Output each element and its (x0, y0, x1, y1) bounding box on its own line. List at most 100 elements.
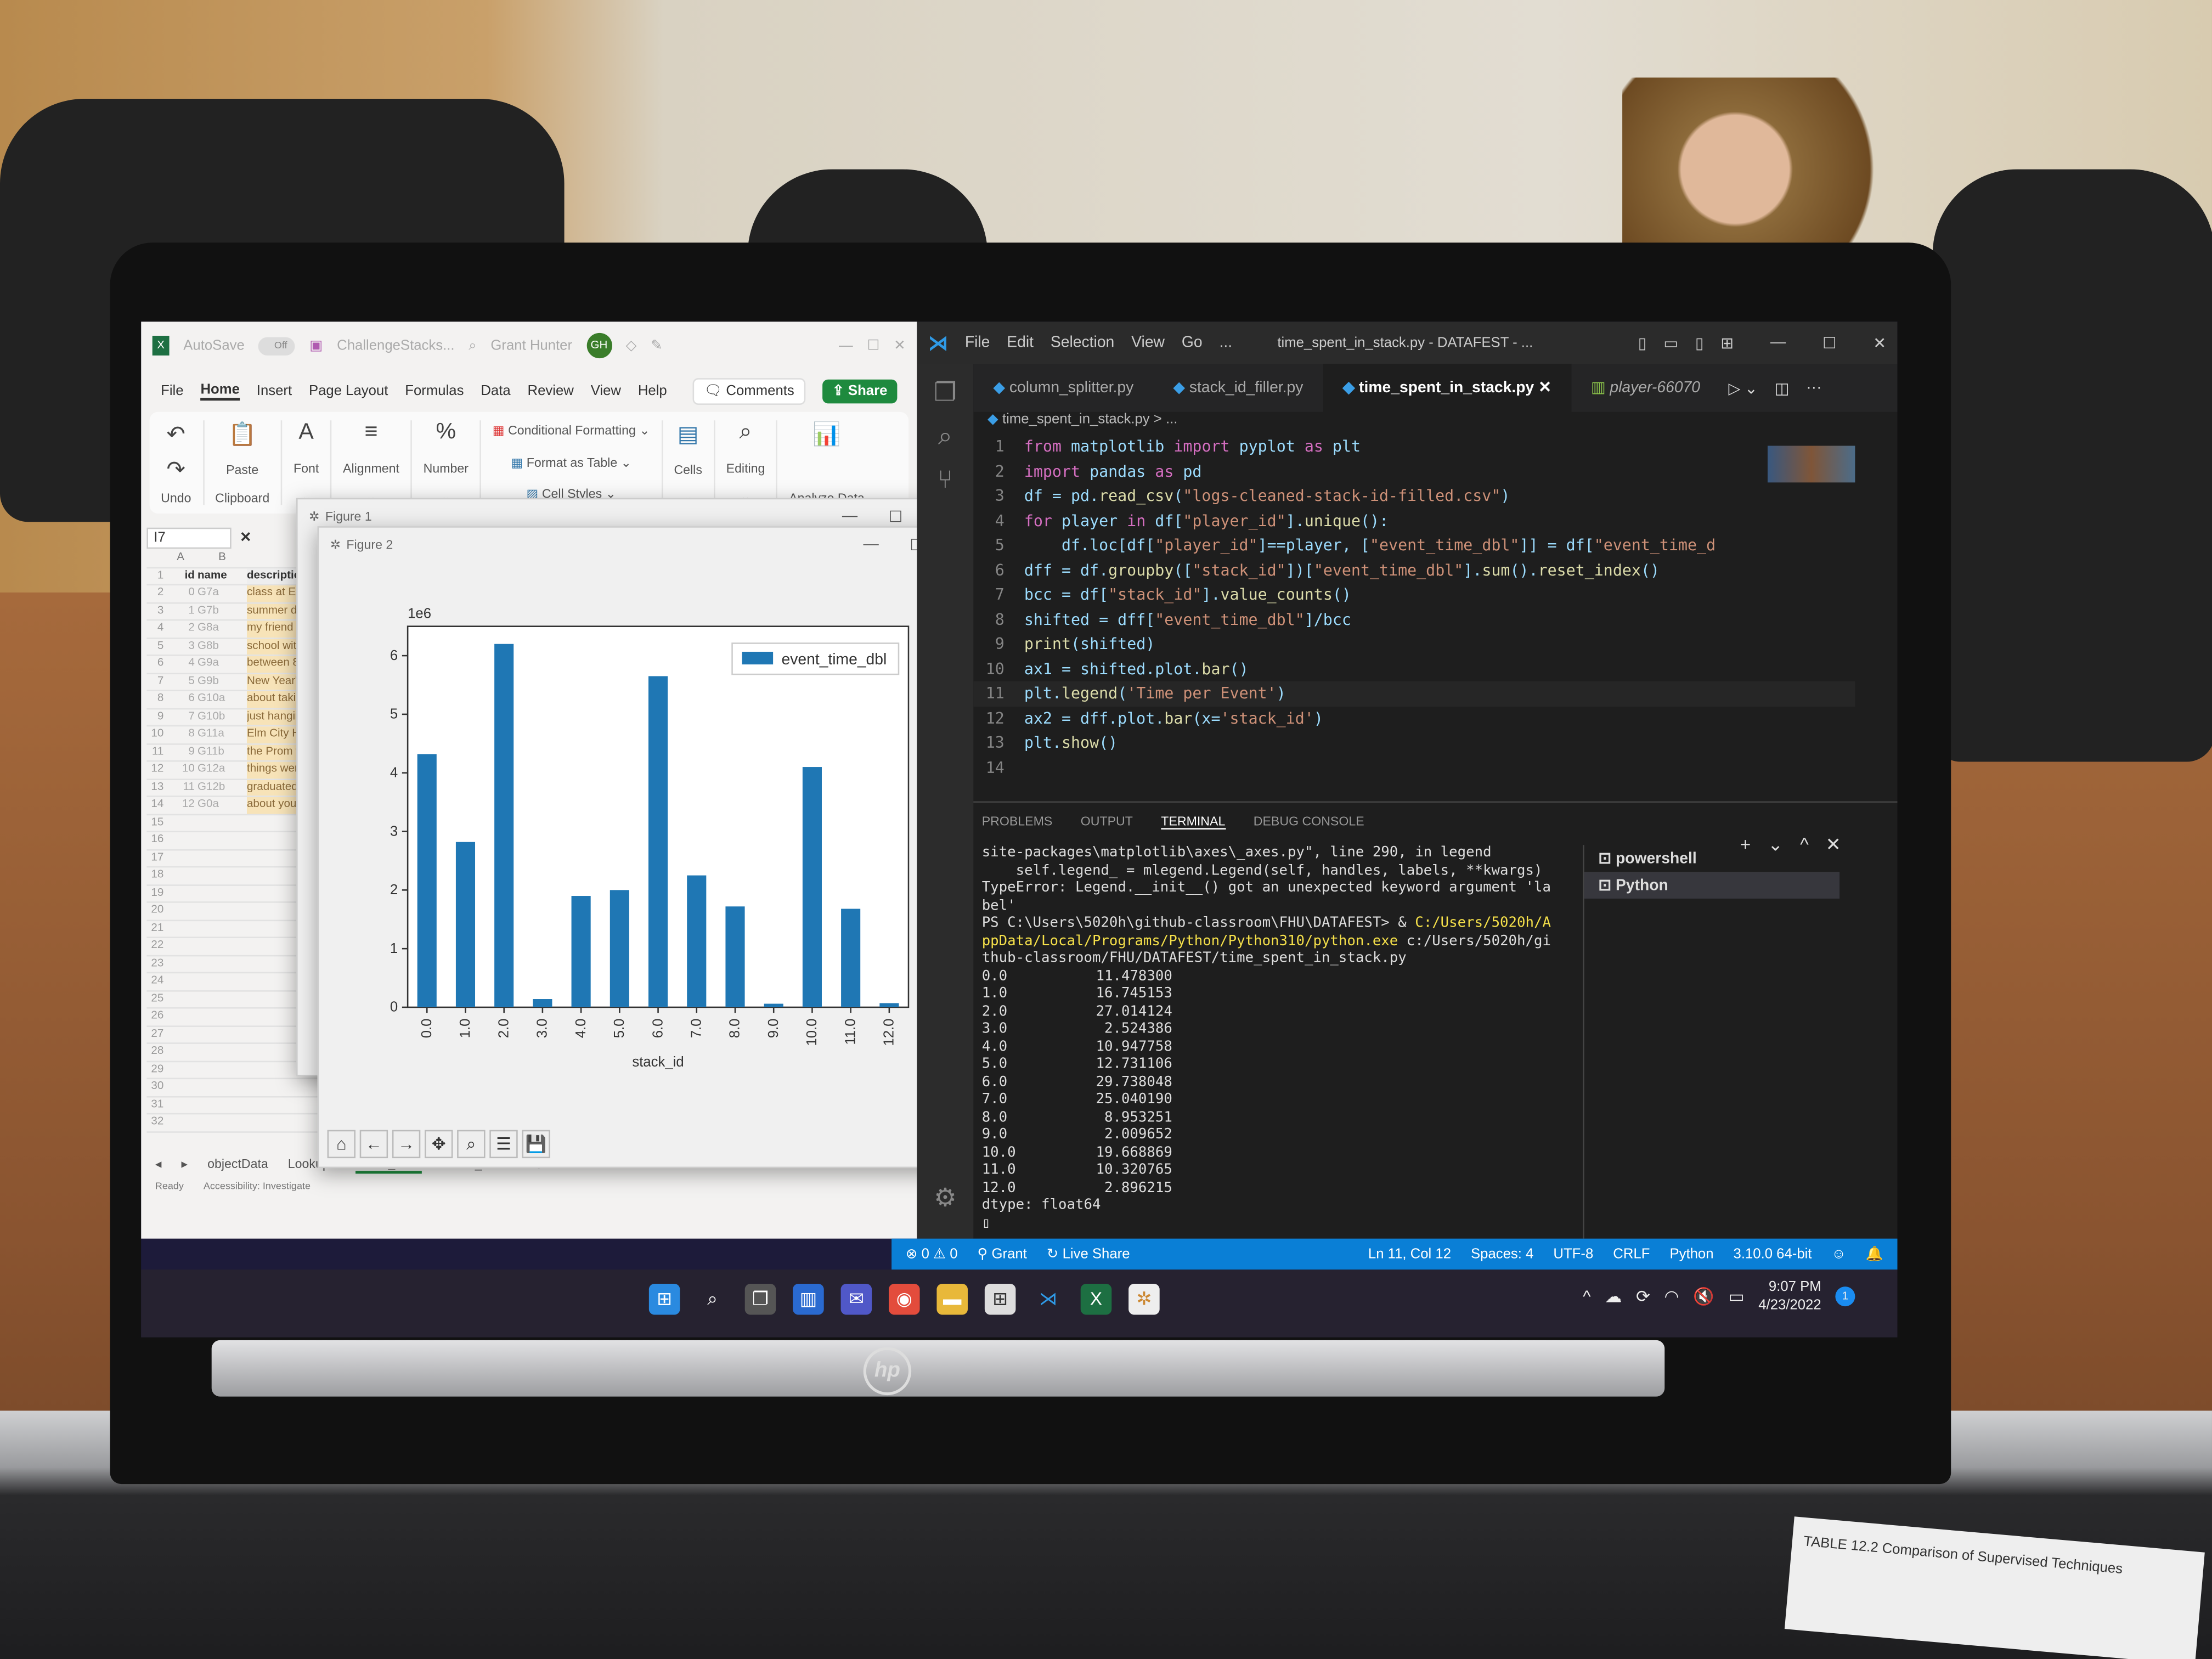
column-header-a[interactable]: A (166, 550, 198, 567)
cell[interactable]: 5 (166, 674, 198, 690)
undo-icon[interactable]: ↶ (167, 420, 185, 448)
paste-icon[interactable]: 📋 (228, 420, 256, 448)
ribbon-tab-home[interactable]: Home (200, 382, 240, 400)
onedrive-cloud-icon[interactable]: ☁ (1605, 1286, 1622, 1306)
save-icon[interactable]: ▣ (309, 338, 323, 353)
ribbon-tab-help[interactable]: Help (638, 383, 667, 398)
toggle-panel-icon[interactable]: ▭ (1663, 334, 1678, 352)
cell[interactable] (198, 885, 247, 902)
more-actions-icon[interactable]: ··· (1806, 380, 1821, 397)
cell[interactable] (166, 1044, 198, 1060)
search-icon[interactable]: ⌕ (469, 338, 476, 353)
font-button[interactable]: A Font ⌄ (282, 420, 332, 505)
cell[interactable] (198, 832, 247, 849)
bar-1.0[interactable] (455, 842, 476, 1007)
bar-8.0[interactable] (725, 906, 745, 1007)
cell[interactable] (198, 867, 247, 884)
code-line[interactable]: 6 dff = df.groupby(["stack_id"])["event_t… (973, 558, 1855, 583)
toggle-sidebar-icon[interactable]: ▯ (1638, 334, 1647, 352)
menu-selection[interactable]: Selection (1051, 334, 1114, 351)
save-icon[interactable]: 💾 (522, 1130, 550, 1159)
menu-file[interactable]: File (965, 334, 990, 351)
minimize-button[interactable]: — (839, 338, 853, 353)
sheet-scroll-right-icon[interactable]: ▸ (182, 1157, 188, 1174)
cancel-icon[interactable]: ✕ (240, 530, 252, 545)
sheet-tab[interactable]: objectData (207, 1157, 268, 1174)
settings-gear-icon[interactable]: ⚙ (917, 1183, 973, 1213)
editor-tab[interactable]: ◆ stack_id_filler.py (1153, 364, 1323, 411)
feedback-icon[interactable]: ☺ (1832, 1246, 1846, 1262)
comments-button[interactable]: 🗨 Comments (693, 377, 806, 404)
source-control-icon[interactable]: ⑂ (917, 466, 973, 495)
cell[interactable] (198, 956, 247, 972)
ribbon-tab-page-layout[interactable]: Page Layout (309, 383, 388, 398)
close-button[interactable]: ✕ (1873, 334, 1886, 352)
indentation-status[interactable]: Spaces: 4 (1471, 1246, 1533, 1262)
cell[interactable] (198, 1009, 247, 1025)
menu-more[interactable]: ... (1219, 334, 1232, 351)
maximize-button[interactable]: ☐ (867, 338, 879, 353)
cell[interactable]: 4 (166, 656, 198, 673)
store-icon[interactable]: ⊞ (984, 1283, 1016, 1315)
cell[interactable]: G10a (198, 691, 247, 708)
terminal-instance[interactable]: ⊡ powershell (1584, 845, 1839, 872)
cell[interactable] (166, 885, 198, 902)
minimize-button[interactable]: — (863, 535, 878, 554)
cell[interactable]: id (166, 568, 198, 584)
bar-5.0[interactable] (610, 890, 629, 1007)
editor-tab[interactable]: ▥ player-66070 (1571, 364, 1720, 411)
share-button[interactable]: ⇪ Share (822, 379, 898, 403)
cell[interactable]: G10b (198, 709, 247, 725)
encoding-status[interactable]: UTF-8 (1553, 1246, 1593, 1262)
column-header-b[interactable]: B (198, 550, 247, 567)
code-line[interactable]: 13 plt.show() (973, 731, 1855, 755)
clock[interactable]: 9:07 PM 4/23/2022 (1758, 1278, 1821, 1315)
minimap[interactable] (1767, 445, 1855, 483)
show-hidden-icons-chevron-icon[interactable]: ^ (1583, 1286, 1591, 1306)
redo-icon[interactable]: ↷ (167, 456, 185, 484)
code-line[interactable]: 2 import pandas as pd (973, 459, 1855, 484)
cell[interactable] (198, 815, 247, 831)
panel-tab-terminal[interactable]: TERMINAL (1161, 814, 1226, 830)
code-editor[interactable]: 1 from matplotlib import pyplot as plt 2 im… (973, 435, 1855, 802)
cell[interactable] (166, 850, 198, 866)
cell[interactable] (198, 1062, 247, 1078)
excel-taskbar-icon[interactable]: X (1080, 1283, 1112, 1315)
ribbon-tab-file[interactable]: File (161, 383, 183, 398)
task-view-icon[interactable]: ❐ (744, 1283, 776, 1315)
code-line[interactable]: 9 print(shifted) (973, 632, 1855, 657)
bar-3.0[interactable] (533, 999, 552, 1007)
cell[interactable] (198, 1079, 247, 1096)
cell[interactable]: 1 (166, 603, 198, 619)
zoom-icon[interactable]: ⌕ (457, 1130, 486, 1159)
pan-icon[interactable]: ✥ (424, 1130, 453, 1159)
code-line[interactable]: 4 for player in df["player_id"].unique(): (973, 509, 1855, 533)
cell[interactable]: 2 (166, 620, 198, 637)
widgets-icon[interactable]: ▥ (793, 1283, 824, 1315)
accessibility-status[interactable]: Accessibility: Investigate (204, 1182, 311, 1192)
cell[interactable]: 11 (166, 780, 198, 796)
cell[interactable] (198, 973, 247, 990)
wifi-icon[interactable]: ◠ (1664, 1286, 1679, 1306)
ribbon-tab-review[interactable]: Review (528, 383, 574, 398)
cell[interactable] (198, 921, 247, 937)
cell[interactable] (198, 1114, 247, 1131)
pen-icon[interactable]: ✎ (651, 338, 663, 353)
cell[interactable]: 3 (166, 639, 198, 655)
cell[interactable]: G8b (198, 639, 247, 655)
minimize-button[interactable]: — (842, 507, 857, 525)
cell[interactable]: 12 (166, 797, 198, 814)
ribbon-tab-view[interactable]: View (591, 383, 621, 398)
analyze-data-button[interactable]: 📊Analyze Data (778, 420, 876, 505)
sheet-scroll-left-icon[interactable]: ◂ (155, 1157, 162, 1174)
cell[interactable] (247, 1079, 318, 1096)
code-line[interactable]: 1 from matplotlib import pyplot as plt (973, 435, 1855, 459)
bar-2.0[interactable] (494, 644, 514, 1007)
cell[interactable]: 7 (166, 709, 198, 725)
bar-9.0[interactable] (764, 1003, 783, 1007)
cells-button[interactable]: ▤ Cells ⌄ (663, 420, 715, 505)
panel-tab-problems[interactable]: PROBLEMS (982, 814, 1053, 830)
terminal-instance[interactable]: ⊡ Python (1584, 872, 1840, 899)
bar-0.0[interactable] (417, 754, 437, 1007)
cell[interactable] (166, 867, 198, 884)
